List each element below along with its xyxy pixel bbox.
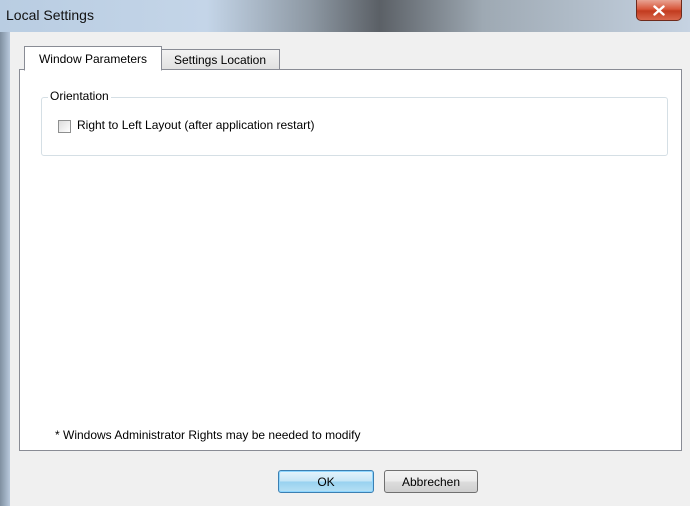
tab-settings-location[interactable]: Settings Location	[161, 49, 280, 70]
right-to-left-checkbox-label[interactable]: Right to Left Layout (after application …	[77, 118, 314, 132]
close-button[interactable]	[636, 0, 682, 21]
window-frame-left	[0, 32, 10, 506]
tab-label: Window Parameters	[38, 51, 148, 66]
orientation-group-label: Orientation	[48, 89, 111, 103]
cancel-button-label: Abbrechen	[401, 474, 461, 489]
tab-window-parameters[interactable]: Window Parameters	[24, 46, 162, 71]
ok-button[interactable]: OK	[278, 470, 374, 493]
dialog-client-area: Window Parameters Settings Location Orie…	[10, 32, 690, 506]
ok-button-label: OK	[317, 474, 335, 489]
local-settings-dialog: Local Settings Window Parameters Setting…	[0, 0, 690, 506]
close-icon	[653, 4, 665, 16]
right-to-left-checkbox[interactable]	[58, 120, 71, 133]
title-bar[interactable]: Local Settings	[0, 0, 690, 32]
cancel-button[interactable]: Abbrechen	[384, 470, 478, 493]
tab-label: Settings Location	[173, 52, 267, 67]
window-title: Local Settings	[6, 7, 94, 23]
admin-rights-note: * Windows Administrator Rights may be ne…	[55, 428, 361, 442]
